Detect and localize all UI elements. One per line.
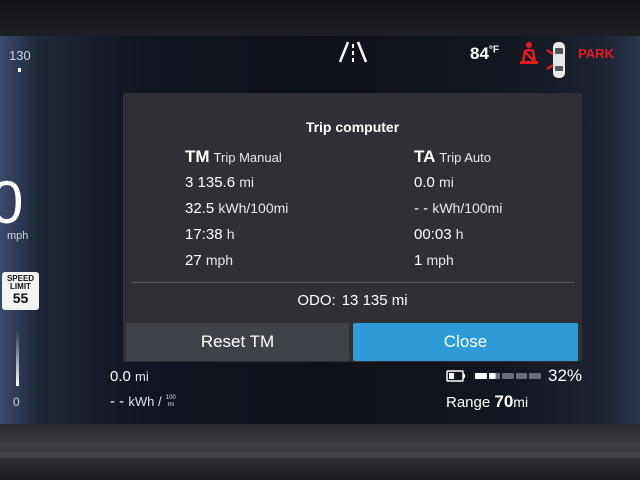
odometer: ODO: 13 135 mi — [123, 292, 582, 309]
range-label: Range — [446, 394, 491, 411]
odometer-label: ODO: — [297, 292, 336, 309]
footer-efficiency: - - kWh / 100 mi — [110, 393, 176, 410]
trip-manual-time-unit: h — [226, 226, 235, 242]
trip-auto-time: 00:03 h — [414, 221, 502, 247]
odometer-unit: mi — [391, 292, 408, 309]
footer-trip-distance-unit: mi — [135, 369, 149, 384]
trip-auto-efficiency-unit: kWh/100mi — [432, 200, 503, 216]
trip-auto-efficiency: - - kWh/100mi — [414, 195, 502, 221]
trip-auto-time-value: 00:03 — [414, 226, 452, 243]
trip-manual-avg-speed: 27 mph — [185, 247, 288, 273]
trip-manual-distance-value: 3 135.6 — [185, 174, 236, 191]
lane-road-icon — [338, 41, 368, 63]
trip-manual-efficiency-unit: kWh/100mi — [218, 200, 289, 216]
gear-status: PARK — [578, 46, 614, 61]
bezel-lip — [0, 452, 640, 458]
battery-segment — [515, 373, 528, 379]
seatbelt-warning-icon — [520, 42, 538, 64]
dialog-title: Trip computer — [305, 119, 400, 135]
trip-manual-label: Trip Manual — [213, 150, 282, 165]
dialog-divider — [131, 282, 574, 283]
gauge-zero-label: 0 — [13, 395, 20, 409]
power-gauge-bar — [16, 330, 19, 386]
trip-manual-header: TM Trip Manual — [185, 147, 288, 169]
outside-temperature: 84°F — [470, 44, 499, 64]
car-door-open-icon — [546, 42, 565, 78]
fraction-top: 100 — [165, 395, 176, 402]
temperature-unit: °F — [488, 44, 500, 56]
footer-trip-distance-value: 0.0 — [110, 368, 131, 385]
trip-manual-abbr: TM — [185, 147, 210, 166]
footer-efficiency-unit: kWh / — [128, 394, 162, 409]
range-unit: mi — [513, 394, 529, 410]
range-value: 70 — [494, 392, 514, 411]
trip-auto-abbr: TA — [414, 147, 436, 166]
range-readout: Range 70mi — [446, 392, 528, 412]
trip-auto-speed-value: 1 — [414, 252, 423, 269]
trip-manual-distance: 3 135.6 mi — [185, 169, 288, 195]
trip-manual-time: 17:38 h — [185, 221, 288, 247]
trip-manual-efficiency: 32.5 kWh/100mi — [185, 195, 288, 221]
trip-auto-distance: 0.0 mi — [414, 169, 502, 195]
speed-scale-tick — [18, 68, 21, 72]
speed-limit-value: 55 — [12, 290, 29, 306]
speedometer-value: 0 — [0, 169, 23, 236]
trip-auto-distance-value: 0.0 — [414, 174, 435, 191]
trip-computer-dialog: Trip computer TM Trip Manual 3 135.6 mi 3… — [123, 93, 582, 362]
reset-tm-button[interactable]: Reset TM — [126, 323, 349, 361]
trip-auto-header: TA Trip Auto — [414, 147, 502, 169]
trip-auto-column: TA Trip Auto 0.0 mi - - kWh/100mi 00:03 h… — [414, 147, 502, 273]
battery-segment — [529, 373, 541, 379]
trip-auto-speed-unit: mph — [426, 252, 454, 268]
trip-auto-time-unit: h — [455, 226, 464, 242]
trip-manual-efficiency-value: 32.5 — [185, 200, 215, 217]
battery-percent: 32% — [548, 366, 583, 385]
footer-trip-distance: 0.0 mi — [110, 368, 149, 385]
trip-manual-column: TM Trip Manual 3 135.6 mi 32.5 kWh/100mi … — [185, 147, 288, 273]
trip-manual-speed-unit: mph — [205, 252, 234, 268]
odometer-value: 13 135 — [341, 292, 388, 309]
speed-limit-sign: SPEED LIMIT 55 — [2, 272, 39, 310]
top-bezel — [0, 0, 640, 40]
battery-icon — [446, 370, 465, 382]
trip-manual-time-value: 17:38 — [185, 226, 223, 243]
footer-efficiency-fraction: 100 mi — [166, 395, 176, 409]
speed-unit: mph — [7, 230, 29, 242]
trip-manual-distance-unit: mi — [239, 174, 254, 190]
trip-auto-label: Trip Auto — [439, 150, 491, 165]
battery-level-bar — [475, 373, 541, 379]
trip-auto-distance-unit: mi — [439, 174, 454, 190]
battery-segment — [475, 373, 487, 379]
close-button[interactable]: Close — [353, 323, 578, 361]
trip-manual-speed-value: 27 — [185, 252, 202, 269]
battery-segment — [502, 373, 514, 379]
fraction-bottom: mi — [167, 402, 174, 409]
trip-auto-efficiency-value: - - — [414, 200, 429, 217]
temperature-value: 84 — [470, 44, 489, 63]
speed-scale-max: 130 — [9, 48, 31, 63]
footer-efficiency-value: - - — [110, 393, 125, 410]
trip-auto-avg-speed: 1 mph — [414, 247, 502, 273]
battery-segment — [488, 373, 501, 379]
